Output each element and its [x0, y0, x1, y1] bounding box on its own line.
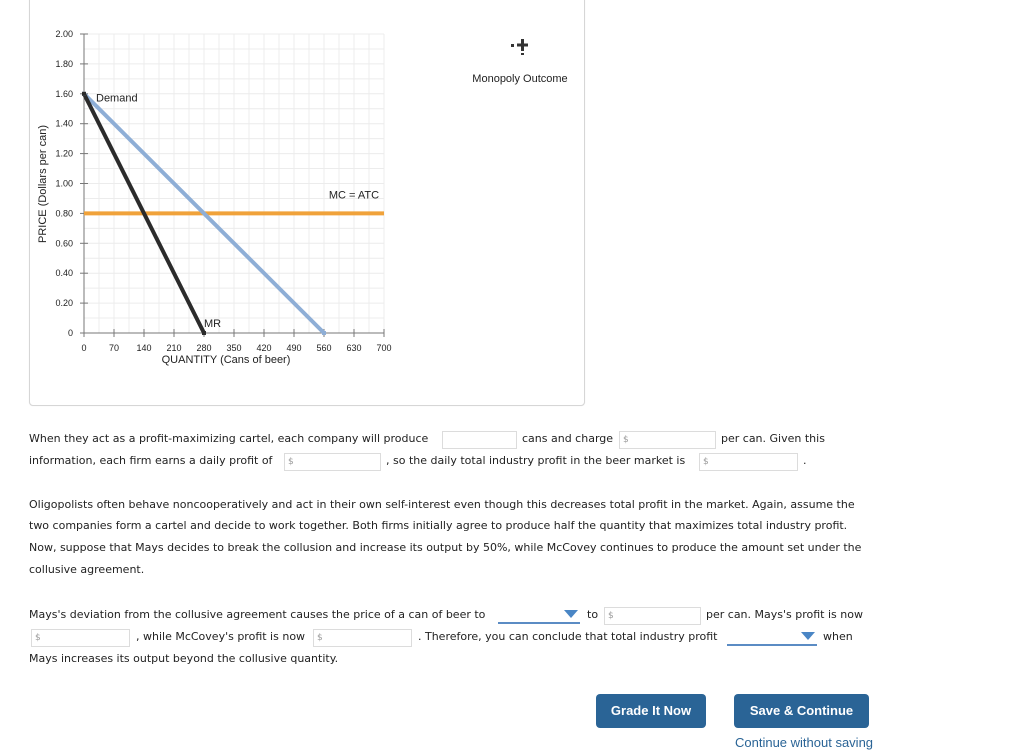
mays-profit-input[interactable]: $ — [31, 629, 130, 647]
curve-endpoint-marker — [322, 331, 326, 335]
firm-profit-input[interactable]: $ — [284, 453, 381, 471]
x-tick-label: 560 — [316, 343, 331, 353]
q1-text-2b: , so the daily total industry profit in … — [386, 454, 686, 467]
q2-text-1c: per can. Mays's profit is now — [706, 608, 863, 621]
q1-text-2c: . — [803, 454, 807, 467]
dropdown-arrow-icon — [801, 632, 815, 640]
cartel-price-input[interactable]: $ — [619, 431, 716, 449]
industry-profit-input[interactable]: $ — [699, 453, 798, 471]
x-tick-label: 70 — [109, 343, 119, 353]
graph-panel: 0 70 140 210 280 350 420 490 560 630 700 0 0.20 0.40 0… — [29, 0, 585, 406]
x-tick-label: 280 — [196, 343, 211, 353]
curve-label: MR — [204, 318, 221, 330]
profit-change-dropdown[interactable] — [727, 628, 817, 646]
q2-text-2c: when — [823, 630, 853, 643]
q2-text-3: Mays increases its output beyond the col… — [29, 652, 339, 665]
y-tick-label: 1.40 — [55, 119, 73, 129]
monopoly-outcome-tool[interactable]: Monopoly Outcome — [470, 37, 570, 85]
x-tick-label: 490 — [286, 343, 301, 353]
y-tick-label: 0.40 — [55, 268, 73, 278]
x-tick-label: 700 — [376, 343, 391, 353]
q2-text-2a: , while McCovey's profit is now — [136, 630, 306, 643]
q1-text-2a: information, each firm earns a daily pro… — [29, 454, 273, 467]
x-tick-label: 0 — [81, 343, 86, 353]
x-tick-label: 210 — [166, 343, 181, 353]
q2-text-2b: . Therefore, you can conclude that total… — [418, 630, 718, 643]
dropdown-arrow-icon — [564, 610, 578, 618]
y-tick-label: 2.00 — [55, 29, 73, 39]
paragraph-line: Now, suppose that Mays decides to break … — [29, 541, 862, 554]
x-tick-label: 420 — [256, 343, 271, 353]
mccovey-profit-input[interactable]: $ — [313, 629, 412, 647]
paragraph-line: two companies form a cartel and decide t… — [29, 519, 848, 532]
q1-text-1a: When they act as a profit-maximizing car… — [29, 432, 429, 445]
curve-label: Demand — [96, 92, 138, 104]
y-tick-label: 1.60 — [55, 89, 73, 99]
curve-labels: Demand MR MC = ATC — [96, 92, 379, 330]
q2-text-1b: to — [587, 608, 599, 621]
continue-without-saving-link[interactable]: Continue without saving — [735, 735, 873, 750]
monopoly-outcome-plus-icon[interactable] — [510, 37, 530, 59]
q1-text-1c: per can. Given this — [721, 432, 825, 445]
y-tick-label: 1.20 — [55, 149, 73, 159]
x-tick-label: 350 — [226, 343, 241, 353]
y-tick-label: 1.80 — [55, 59, 73, 69]
curve-label: MC = ATC — [329, 189, 379, 201]
cartel-quantity-input[interactable] — [442, 431, 517, 449]
q1-text-1b: cans and charge — [522, 432, 614, 445]
paragraph-line: Oligopolists often behave noncooperative… — [29, 498, 855, 511]
grade-it-now-button[interactable]: Grade It Now — [596, 694, 706, 728]
save-continue-button[interactable]: Save & Continue — [734, 694, 869, 728]
y-tick-label: 0.60 — [55, 238, 73, 248]
y-tick-label: 0.20 — [55, 298, 73, 308]
curve-endpoint-marker — [82, 91, 86, 96]
x-tick-label: 140 — [136, 343, 151, 353]
x-tick-label: 630 — [346, 343, 361, 353]
y-axis-label: PRICE (Dollars per can) — [37, 125, 49, 243]
y-tick-label: 1.00 — [55, 179, 73, 189]
q2-text-1a: Mays's deviation from the collusive agre… — [29, 608, 486, 621]
y-tick-label: 0 — [68, 328, 73, 338]
new-price-input[interactable]: $ — [604, 607, 701, 625]
x-axis-label: QUANTITY (Cans of beer) — [162, 354, 291, 366]
paragraph-line: collusive agreement. — [29, 563, 145, 576]
y-tick-label: 0.80 — [55, 208, 73, 218]
monopoly-outcome-label: Monopoly Outcome — [472, 73, 568, 85]
price-direction-dropdown[interactable] — [498, 606, 580, 624]
curve-endpoint-marker — [202, 331, 206, 335]
